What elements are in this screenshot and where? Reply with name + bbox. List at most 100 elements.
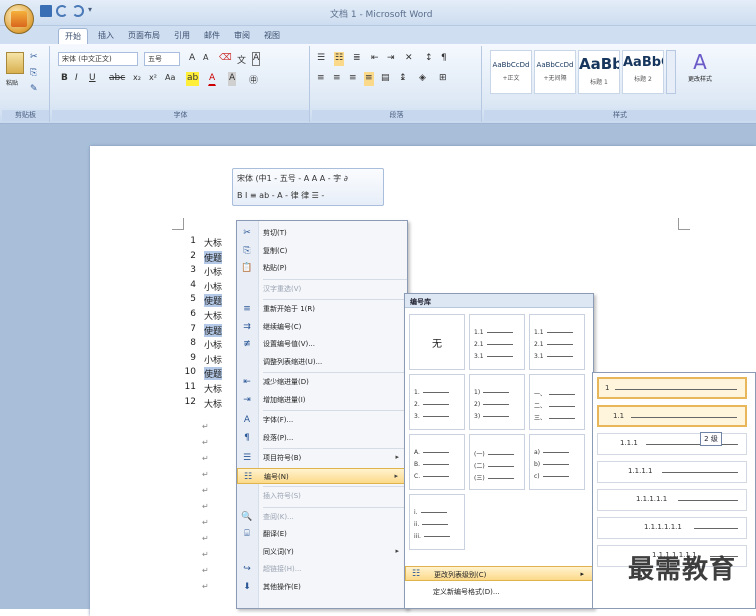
- styles-scroll[interactable]: [666, 50, 676, 94]
- list-level-option[interactable]: 1.1.1.1.1: [597, 489, 747, 511]
- context-menu-item[interactable]: ⇤ 减少缩进量(D): [237, 374, 407, 390]
- context-menu-item[interactable]: A 字体(F)...: [237, 412, 407, 428]
- tab-review[interactable]: 审阅: [228, 28, 256, 44]
- paste-button[interactable]: [6, 52, 24, 74]
- character-border-icon[interactable]: A: [252, 52, 261, 66]
- decrease-indent-icon[interactable]: ⇤: [370, 52, 380, 66]
- bullets-icon[interactable]: ☰: [316, 52, 326, 66]
- context-menu-item[interactable]: ≡ 重新开始于 1(R): [237, 301, 407, 317]
- align-right-icon[interactable]: ≡: [348, 72, 358, 86]
- context-menu-item[interactable]: 调整列表缩进(U)...: [237, 354, 407, 370]
- numbering-format-cell[interactable]: (一) (二) (三): [469, 434, 525, 490]
- context-menu-item[interactable]: ⇉ 继续编号(C): [237, 319, 407, 335]
- context-menu-item[interactable]: ⌸ 翻译(E): [237, 526, 407, 542]
- redo-icon[interactable]: [72, 5, 84, 17]
- list-level-option[interactable]: 1.1.1: [597, 433, 747, 455]
- context-menu-item[interactable]: ≢ 设置编号值(V)...: [237, 336, 407, 352]
- shrink-font-icon[interactable]: A: [202, 52, 209, 66]
- document-line-text[interactable]: 大标: [204, 397, 222, 410]
- cut-icon[interactable]: ✂: [30, 52, 38, 62]
- context-menu-item[interactable]: ⬇ 其他操作(E): [237, 579, 407, 595]
- undo-icon[interactable]: [56, 5, 68, 17]
- document-line-text[interactable]: 大标: [204, 382, 222, 395]
- phonetic-guide-icon[interactable]: 文: [236, 52, 247, 66]
- numbering-none-cell[interactable]: 无: [409, 314, 465, 370]
- numbering-format-cell[interactable]: 1. 2. 3.: [409, 374, 465, 430]
- style-no-spacing[interactable]: AaBbCcDd +无间隔: [534, 50, 576, 94]
- tab-insert[interactable]: 插入: [92, 28, 120, 44]
- font-size-combo[interactable]: 五号: [144, 52, 180, 66]
- borders-icon[interactable]: ⊞: [438, 72, 448, 86]
- document-line-text[interactable]: 小标: [204, 353, 222, 366]
- tab-view[interactable]: 视图: [258, 28, 286, 44]
- tab-references[interactable]: 引用: [168, 28, 196, 44]
- context-menu-item[interactable]: 📋 粘贴(P): [237, 260, 407, 276]
- context-menu-item[interactable]: 同义词(Y) ▸: [237, 544, 407, 560]
- style-heading-1[interactable]: AaBb 标题 1: [578, 50, 620, 94]
- context-menu-item[interactable]: ⇥ 增加缩进量(I): [237, 392, 407, 408]
- grow-font-icon[interactable]: A: [188, 52, 196, 66]
- change-case-icon[interactable]: Aa: [164, 72, 176, 86]
- context-menu-item[interactable]: ☰ 项目符号(B) ▸: [237, 450, 407, 466]
- superscript-icon[interactable]: x²: [148, 72, 158, 86]
- numbering-icon[interactable]: ☷: [334, 52, 345, 66]
- tab-mailings[interactable]: 邮件: [198, 28, 226, 44]
- strikethrough-icon[interactable]: abc: [108, 72, 126, 86]
- context-menu-item[interactable]: ☷ 编号(N) ▸: [237, 467, 407, 484]
- mini-toolbar-row-2[interactable]: B I ≡ ab - A - 律 律 ☰ -: [237, 190, 324, 201]
- bold-icon[interactable]: B: [60, 72, 69, 86]
- numbering-format-cell[interactable]: a) b) c): [529, 434, 585, 490]
- distributed-icon[interactable]: ▤: [380, 72, 391, 86]
- list-level-option[interactable]: 1.1: [597, 405, 747, 427]
- underline-icon[interactable]: U: [88, 72, 97, 86]
- shading-icon[interactable]: ◈: [418, 72, 427, 86]
- multilevel-list-icon[interactable]: ≣: [352, 52, 362, 66]
- change-styles-button[interactable]: A 更改样式: [680, 50, 720, 94]
- character-shading-icon[interactable]: A: [228, 72, 237, 86]
- line-spacing-icon[interactable]: ↨: [398, 72, 408, 86]
- document-line-text[interactable]: 小标: [204, 265, 222, 278]
- numbering-format-cell[interactable]: A. B. C.: [409, 434, 465, 490]
- numbering-format-cell[interactable]: 1) 2) 3): [469, 374, 525, 430]
- mini-toolbar-row-1[interactable]: 宋体 (中1 - 五号 - A A A - 字 ∂: [237, 173, 348, 184]
- customize-qat-icon[interactable]: ▾: [88, 5, 100, 17]
- document-line-text[interactable]: 小标: [204, 338, 222, 351]
- context-menu-item[interactable]: ¶ 段落(P)...: [237, 430, 407, 446]
- font-name-combo[interactable]: 宋体 (中文正文): [58, 52, 138, 66]
- style-normal[interactable]: AaBbCcDd +正文: [490, 50, 532, 94]
- copy-icon[interactable]: ⎘: [30, 68, 37, 78]
- tab-page-layout[interactable]: 页面布局: [122, 28, 166, 44]
- save-icon[interactable]: [40, 5, 52, 17]
- font-color-icon[interactable]: A: [208, 72, 217, 86]
- clear-format-icon[interactable]: ⌫: [218, 52, 233, 66]
- office-button[interactable]: [4, 4, 34, 34]
- document-line-text[interactable]: 大标: [204, 309, 222, 322]
- numbering-format-cell[interactable]: i. ii. iii.: [409, 494, 465, 550]
- tab-home[interactable]: 开始: [58, 28, 88, 44]
- highlight-icon[interactable]: ab: [186, 72, 200, 86]
- change-list-level-item[interactable]: ☷ 更改列表级别(C) ▸: [405, 566, 593, 581]
- numbering-format-cell[interactable]: 一、 二、 三、: [529, 374, 585, 430]
- document-line-text[interactable]: 使题: [204, 323, 223, 337]
- align-left-icon[interactable]: ≡: [316, 72, 326, 86]
- document-line-text[interactable]: 使题: [204, 294, 223, 308]
- chinese-layout-icon[interactable]: ✕: [404, 52, 414, 66]
- document-line-text[interactable]: 使题: [204, 367, 223, 381]
- context-menu-item[interactable]: ⎘ 复制(C): [237, 243, 407, 259]
- style-heading-2[interactable]: AaBbC 标题 2: [622, 50, 664, 94]
- increase-indent-icon[interactable]: ⇥: [386, 52, 396, 66]
- list-level-option[interactable]: 1.1.1.1: [597, 461, 747, 483]
- document-line-text[interactable]: 使题: [204, 250, 223, 264]
- context-menu-item[interactable]: ✂ 剪切(T): [237, 225, 407, 241]
- enclose-characters-icon[interactable]: ㊥: [248, 72, 259, 86]
- list-level-option[interactable]: 1: [597, 377, 747, 399]
- align-center-icon[interactable]: ≡: [332, 72, 342, 86]
- justify-icon[interactable]: ≡: [364, 72, 374, 86]
- sort-icon[interactable]: ↕: [424, 52, 434, 66]
- document-line-text[interactable]: 大标: [204, 236, 222, 249]
- format-painter-icon[interactable]: ✎: [30, 84, 38, 94]
- numbering-format-cell[interactable]: 1.1 2.1 3.1: [469, 314, 525, 370]
- subscript-icon[interactable]: x₂: [132, 72, 142, 86]
- define-new-number-format-item[interactable]: 定义新编号格式(D)...: [405, 584, 593, 599]
- show-marks-icon[interactable]: ¶: [440, 52, 448, 66]
